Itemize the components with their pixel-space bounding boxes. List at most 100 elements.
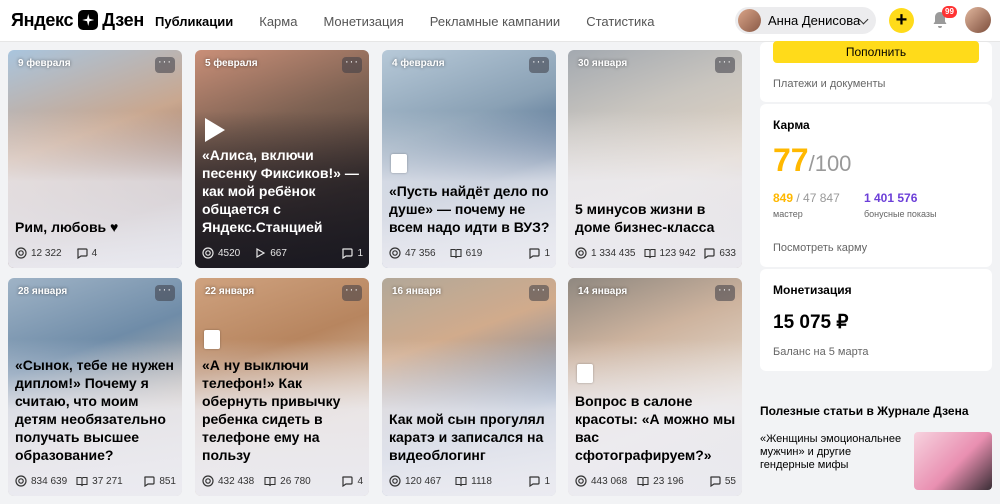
reads-count: 26 780 [280, 475, 311, 487]
comments-count: 4 [357, 475, 363, 487]
comments-count: 851 [159, 475, 176, 487]
comments-count: 633 [719, 247, 736, 259]
profile-avatar[interactable] [965, 7, 991, 33]
plays-stat: 667 [254, 247, 287, 259]
views-icon [202, 475, 214, 487]
views-count: 834 639 [31, 475, 68, 487]
nav-publications[interactable]: Публикации [155, 14, 233, 29]
play-icon [205, 118, 225, 142]
more-options-button[interactable]: ··· [715, 57, 735, 73]
publication-stats: 12 322 4 [15, 246, 176, 260]
journal-article-link[interactable]: «Женщины эмоциональнее мужчин» и другие … [760, 433, 902, 472]
comments-stat: 851 [143, 475, 176, 487]
more-options-button[interactable]: ··· [342, 57, 362, 73]
comment-icon [710, 476, 721, 487]
karma-score: 77/100 [773, 142, 851, 179]
topup-button[interactable]: Пополнить [773, 41, 979, 63]
card-shade [568, 111, 742, 268]
publication-date: 9 февраля [18, 58, 71, 69]
publication-date: 28 января [18, 286, 68, 297]
dzen-star-icon [78, 10, 99, 30]
journal-section-title: Полезные статьи в Журнале Дзена [760, 404, 969, 418]
publication-card[interactable]: 14 января ··· Вопрос в салоне красоты: «… [568, 278, 742, 496]
comments-count: 55 [724, 475, 736, 487]
more-options-button[interactable]: ··· [529, 285, 549, 301]
karma-progress-total: / 47 847 [793, 191, 840, 205]
book-icon [76, 476, 88, 487]
more-options-button[interactable]: ··· [155, 57, 175, 73]
comments-stat: 1 [528, 475, 550, 487]
publication-stats: 47 356 619 1 [389, 246, 550, 260]
channel-switcher[interactable]: Анна Денисова [735, 7, 876, 34]
karma-level: мастер [773, 209, 803, 219]
publication-title: «А ну выключи телефон!» Как обернуть при… [202, 357, 341, 463]
karma-progress-value: 849 [773, 191, 794, 205]
comment-icon [529, 476, 541, 487]
bonus-shows-label: бонусные показы [864, 209, 937, 219]
publication-card[interactable]: 28 января ··· «Сынок, тебе не нужен дипл… [8, 278, 182, 496]
book-icon [264, 476, 276, 487]
reads-stat: 1118 [455, 475, 492, 487]
create-publication-button[interactable]: + [889, 8, 914, 33]
comments-stat: 1 [528, 247, 550, 259]
comment-icon [342, 248, 354, 259]
book-icon [455, 476, 467, 487]
views-icon [15, 247, 27, 259]
dzen-logo[interactable]: Яндекс Дзен [11, 9, 144, 31]
views-icon [389, 475, 401, 487]
more-options-button[interactable]: ··· [342, 285, 362, 301]
views-stat: 834 639 [15, 475, 67, 487]
payments-link[interactable]: Платежи и документы [773, 78, 885, 90]
publication-card[interactable]: 30 января ··· 5 минусов жизни в доме биз… [568, 50, 742, 268]
balance-date: Баланс на 5 марта [773, 346, 869, 358]
journal-article-image[interactable] [914, 432, 992, 490]
comments-stat: 4 [76, 247, 97, 259]
views-stat: 12 322 [15, 247, 62, 259]
balance-amount: 15 075 ₽ [773, 312, 849, 333]
views-stat: 1 334 435 [575, 247, 636, 259]
publication-card[interactable]: 9 февраля ··· Рим, любовь ♥ 12 322 4 [8, 50, 182, 268]
nav-karma[interactable]: Карма [259, 14, 297, 29]
views-stat: 443 068 [575, 475, 627, 487]
reads-count: 123 942 [659, 247, 696, 259]
more-options-button[interactable]: ··· [529, 57, 549, 73]
views-stat: 4520 [202, 247, 240, 259]
views-count: 1 334 435 [591, 247, 636, 259]
views-stat: 120 467 [389, 475, 441, 487]
publication-title: Рим, любовь ♥ [15, 219, 119, 235]
publication-title: «Алиса, включи песенку Фиксиков!» — как … [202, 147, 359, 235]
views-count: 12 322 [31, 247, 62, 259]
views-count: 432 438 [218, 475, 255, 487]
reads-stat: 23 196 [637, 475, 684, 487]
top-header: Яндекс Дзен Публикации Карма Монетизация… [0, 0, 1000, 42]
comments-stat: 4 [341, 475, 363, 487]
nav-ad-campaigns[interactable]: Рекламные кампании [430, 14, 560, 29]
karma-value: 77 [773, 142, 809, 178]
publication-card[interactable]: 4 февраля ··· «Пусть найдёт дело по душе… [382, 50, 556, 268]
view-karma-link[interactable]: Посмотреть карму [773, 242, 867, 254]
reads-stat: 26 780 [264, 475, 311, 487]
publication-stats: 4520 667 1 [202, 246, 363, 260]
article-icon [391, 154, 407, 173]
bonus-shows: 1 401 576 [864, 191, 918, 205]
more-options-button[interactable]: ··· [155, 285, 175, 301]
nav-monetization[interactable]: Монетизация [323, 14, 403, 29]
publication-date: 5 февраля [205, 58, 258, 69]
publication-title: Вопрос в салоне красоты: «А можно мы вас… [575, 393, 736, 463]
publication-card[interactable]: 16 января ··· Как мой сын прогулял карат… [382, 278, 556, 496]
book-icon [643, 248, 656, 259]
channel-name: Анна Денисова [768, 13, 861, 28]
comments-count: 1 [544, 475, 550, 487]
publication-title: «Пусть найдёт дело по душе» — почему не … [389, 183, 550, 235]
views-icon [575, 247, 587, 259]
publication-stats: 443 068 23 196 55 [575, 474, 736, 488]
article-icon [204, 330, 220, 349]
publication-card[interactable]: 22 января ··· «А ну выключи телефон!» Ка… [195, 278, 369, 496]
nav-statistics[interactable]: Статистика [586, 14, 654, 29]
comments-count: 1 [357, 247, 363, 259]
publication-card[interactable]: 5 февраля ··· «Алиса, включи песенку Фик… [195, 50, 369, 268]
reads-count: 1118 [471, 475, 492, 487]
card-shade [8, 111, 182, 268]
more-options-button[interactable]: ··· [715, 285, 735, 301]
views-count: 120 467 [405, 475, 442, 487]
